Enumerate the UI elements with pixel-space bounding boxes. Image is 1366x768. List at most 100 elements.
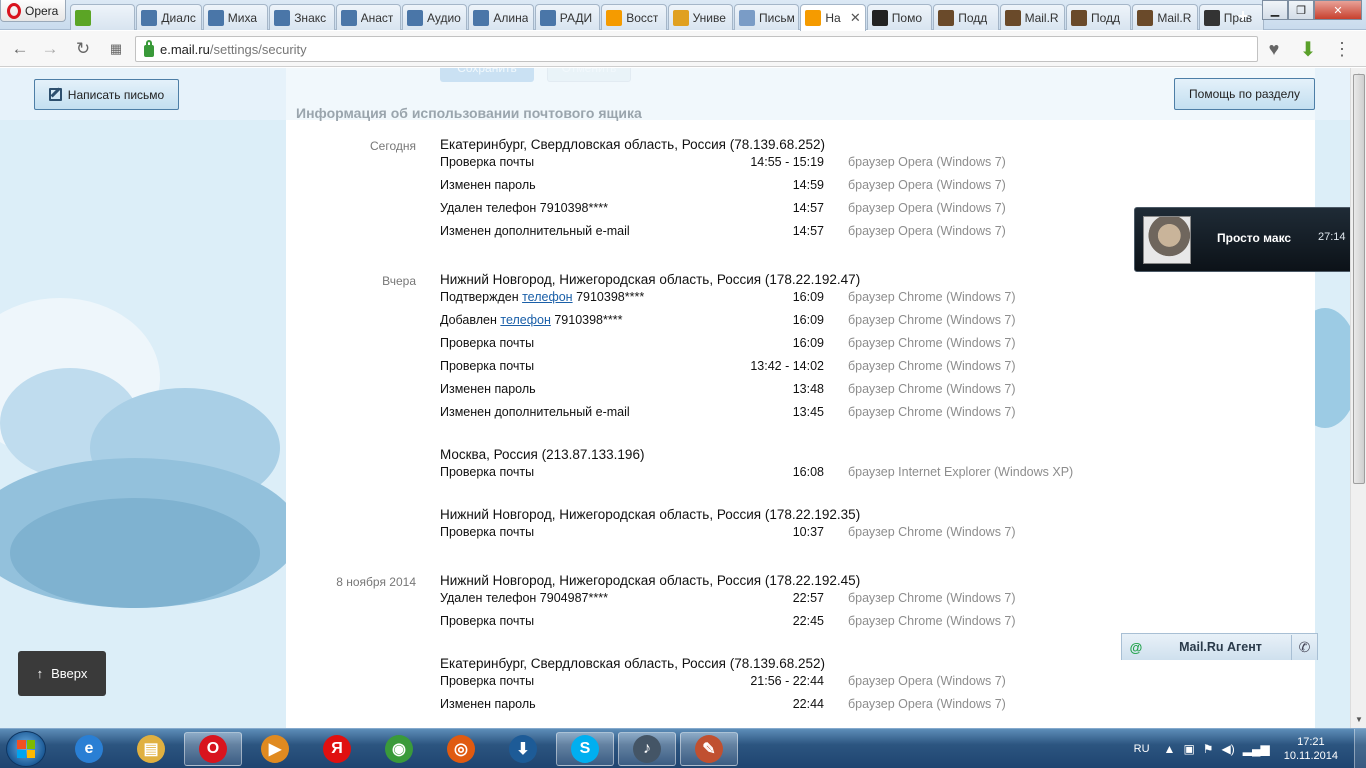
scroll-down-arrow-icon[interactable]: ▼ [1351, 712, 1366, 728]
taskbar-app[interactable]: ◉ [370, 732, 428, 766]
start-button[interactable] [6, 731, 46, 767]
taskbar-app[interactable]: ◎ [432, 732, 490, 766]
browser-tab[interactable]: Mail.R [999, 4, 1065, 30]
cancel-button[interactable]: Отменить [547, 68, 631, 82]
system-tray: RU ▲ ▣ ⚑ ◀) ▂▄▆ 17:21 10.11.2014 [1134, 729, 1366, 768]
device-icon[interactable]: ▣ [1183, 742, 1194, 756]
tab-title: Знакс [294, 10, 327, 25]
agent-label: Mail.Ru Агент [1179, 640, 1262, 654]
menu-icon[interactable]: ⋮ [1330, 37, 1354, 61]
browser-tab[interactable]: Подд [1066, 4, 1132, 30]
browser-tab[interactable]: Восст [601, 4, 667, 30]
log-time: 14:55 - 15:19 [750, 155, 824, 169]
taskbar-app[interactable]: ▶ [246, 732, 304, 766]
speed-dial-icon[interactable]: ▦ [106, 39, 126, 59]
log-row: Изменен пароль 13:48 браузер Chrome (Windo… [440, 382, 1240, 400]
log-time: 13:42 - 14:02 [750, 359, 824, 373]
log-row: Проверка почты 13:42 - 14:02 браузер Chrom… [440, 359, 1240, 377]
taskbar-app[interactable]: ⬇ [494, 732, 552, 766]
browser-tab[interactable]: Миха [202, 4, 269, 30]
phone-link[interactable]: телефон [500, 313, 551, 327]
taskbar-app[interactable]: ♪ [618, 732, 676, 766]
taskbar-app[interactable]: ✎ [680, 732, 738, 766]
phone-link[interactable]: телефон [522, 290, 573, 304]
game-icon [1203, 9, 1220, 26]
browser-tab[interactable]: Алина [468, 4, 534, 30]
vk-icon [207, 9, 224, 26]
url-path: /settings/security [209, 41, 307, 57]
reload-icon[interactable]: ↻ [73, 39, 93, 59]
tray-expand-icon[interactable]: ▲ [1164, 742, 1176, 756]
browser-tab[interactable]: Униве [667, 4, 733, 30]
heart-icon[interactable]: ♥ [1262, 37, 1286, 61]
vk-icon [274, 9, 291, 26]
ie-icon: e [75, 735, 103, 763]
taskbar-app[interactable]: ▤ [122, 732, 180, 766]
log-action: Изменен пароль [440, 178, 536, 192]
phone-icon[interactable]: ✆ [1291, 634, 1317, 660]
flag-icon[interactable]: ⚑ [1203, 742, 1214, 756]
browser-tab[interactable]: Письм [734, 4, 800, 30]
back-arrow-icon[interactable]: ← [10, 39, 30, 59]
scroll-up-button[interactable]: ↑ Вверх [18, 651, 106, 696]
cube-icon [1071, 9, 1087, 26]
forward-arrow-icon[interactable]: → [40, 39, 60, 59]
log-browser: браузер Chrome (Windows 7) [848, 525, 1016, 539]
vk-icon [473, 9, 490, 26]
taskbar-app[interactable]: e [60, 732, 118, 766]
log-action: Проверка почты [440, 359, 535, 373]
opera-menu-label: Opera [25, 3, 59, 18]
log-row: Добавлен телефон 7910398**** 16:09 браузер… [440, 313, 1240, 331]
address-bar[interactable]: e.mail.ru /settings/security [135, 36, 1258, 62]
tab-title: На [825, 11, 841, 25]
network-signal-icon[interactable]: ▂▄▆ [1243, 742, 1270, 756]
browser-tab[interactable] [70, 4, 136, 30]
browser-tab[interactable]: РАДИ [534, 4, 601, 30]
log-action: Проверка почты [440, 614, 535, 628]
opera-menu-button[interactable]: Opera [0, 0, 66, 22]
taskbar-app[interactable]: Я [308, 732, 366, 766]
browser-tab[interactable]: Аудио [402, 4, 468, 30]
browser-tab[interactable]: Помо [866, 4, 933, 30]
clock[interactable]: 17:21 10.11.2014 [1284, 735, 1338, 763]
log-action: Изменен пароль [440, 382, 536, 396]
log-row: Подтвержден телефон 7910398**** 16:09 брау… [440, 290, 1240, 308]
browser-tab[interactable]: Mail.R [1132, 4, 1198, 30]
taskbar-app[interactable]: S [556, 732, 614, 766]
maximize-button[interactable]: ❐ [1288, 0, 1314, 20]
close-window-button[interactable]: ✕ [1314, 0, 1362, 20]
browser-tab[interactable]: Подд [933, 4, 999, 30]
compose-button[interactable]: Написать письмо [34, 79, 179, 110]
scrollbar-thumb[interactable] [1353, 74, 1365, 484]
browser-tab[interactable]: Диалс [136, 4, 202, 30]
log-browser: браузер Opera (Windows 7) [848, 201, 1006, 215]
vertical-scrollbar[interactable]: ▲ ▼ [1350, 68, 1366, 728]
browser-nav-bar: ← → ↻ ▦ e.mail.ru /settings/security ♥ ⬇… [0, 31, 1366, 67]
log-action: Добавлен телефон 7910398**** [440, 313, 622, 327]
mailru-agent-bar[interactable]: @ Mail.Ru Агент ✆ [1121, 633, 1318, 660]
help-button[interactable]: Помощь по разделу [1174, 78, 1315, 110]
log-action: Подтвержден телефон 7910398**** [440, 290, 644, 304]
section-title: Информация об использовании почтового ящ… [296, 105, 642, 121]
volume-icon[interactable]: ◀) [1222, 742, 1235, 756]
audio-icon: ♪ [633, 735, 661, 763]
tab-title: Униве [692, 10, 726, 25]
log-time: 13:48 [792, 382, 824, 396]
log-row: Проверка почты 21:56 - 22:44 браузер Opera… [440, 674, 1240, 692]
show-desktop-button[interactable] [1354, 729, 1366, 768]
close-tab-icon[interactable]: ✕ [850, 10, 861, 26]
language-indicator[interactable]: RU [1134, 743, 1150, 755]
minimize-button[interactable]: ▁ [1262, 0, 1288, 20]
log-time: 14:59 [792, 178, 824, 192]
log-date: 8 ноября 2014 [336, 575, 416, 589]
browser-tab[interactable]: Прав [1198, 4, 1265, 30]
cloud-decoration [10, 498, 260, 608]
new-tab-button[interactable]: + [1234, 7, 1252, 25]
browser-tab[interactable]: Знакс [269, 4, 335, 30]
browser-tab[interactable]: Анаст [335, 4, 401, 30]
download-arrow-icon[interactable]: ⬇ [1296, 37, 1320, 61]
agent-notification[interactable]: Просто макс 27:14 [1134, 207, 1365, 272]
save-button[interactable]: Сохранить [440, 68, 534, 82]
taskbar-app[interactable]: O [184, 732, 242, 766]
browser-tab[interactable]: На ✕ [800, 4, 866, 31]
